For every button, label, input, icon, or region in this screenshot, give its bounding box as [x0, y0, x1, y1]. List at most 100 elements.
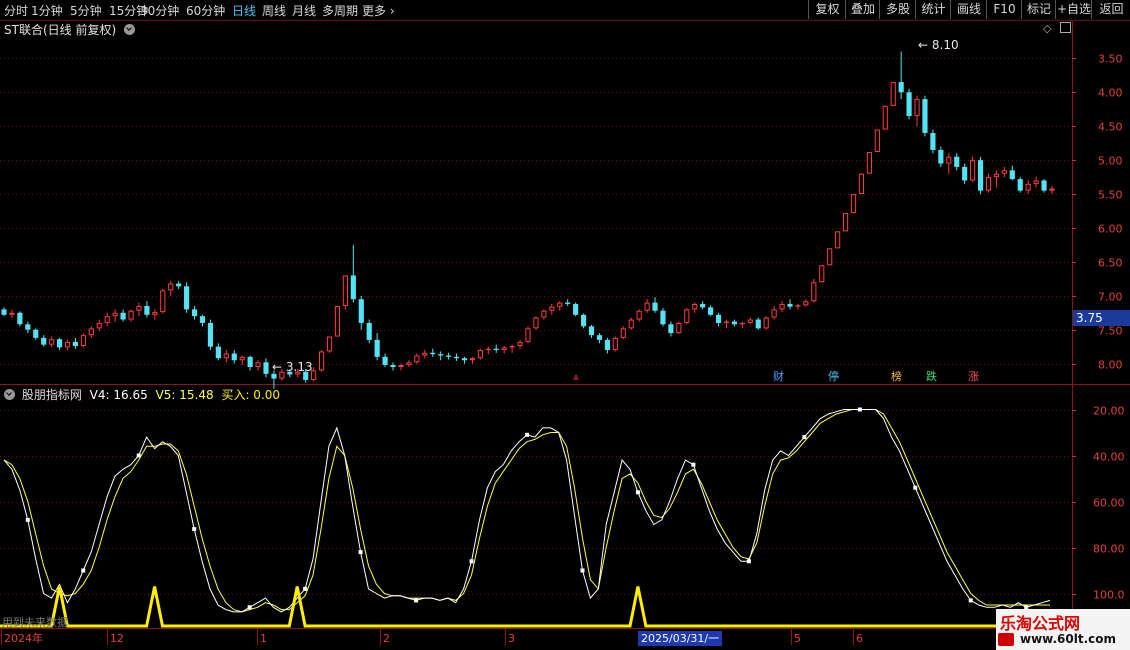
- candle-body: [946, 156, 952, 164]
- settings-diamond-icon[interactable]: ◇: [1043, 22, 1051, 35]
- candle-body: [215, 346, 221, 359]
- candle-body: [184, 286, 190, 310]
- date-axis-label: 1: [260, 632, 267, 645]
- candle-body: [739, 322, 745, 325]
- badge-suspend[interactable]: 停: [827, 370, 840, 384]
- candle-body: [501, 347, 507, 351]
- candle-body: [954, 156, 960, 167]
- v4-marker: [746, 559, 751, 564]
- candle-body: [628, 319, 634, 329]
- candle-body: [533, 317, 539, 329]
- badge-financial[interactable]: 财: [772, 370, 785, 384]
- candle-body: [382, 356, 388, 366]
- candle-body: [1049, 188, 1055, 191]
- watermark-title: 乐淘公式网: [1000, 614, 1081, 633]
- candle-body: [620, 328, 626, 338]
- timeframe-4[interactable]: 30分钟: [140, 2, 179, 19]
- v4-value: V4: 16.65: [89, 388, 148, 402]
- timeframe-7[interactable]: 周线: [262, 2, 286, 19]
- indicator-axis-label: 20.00: [1093, 405, 1125, 418]
- price-axis-label: 8.00: [1098, 359, 1123, 372]
- chevron-down-icon[interactable]: [4, 389, 15, 400]
- timeframe-1[interactable]: 1分钟: [31, 2, 63, 19]
- v4-marker: [414, 598, 419, 603]
- up-arrow-icon: ⩓: [573, 372, 579, 383]
- timeframe-10[interactable]: 更多 ›: [362, 2, 395, 19]
- candle-body: [1017, 179, 1023, 191]
- toolbar-button-8[interactable]: 返回: [1091, 0, 1130, 19]
- candle-body: [56, 339, 63, 348]
- timeframe-5[interactable]: 60分钟: [186, 2, 225, 19]
- candle-body: [549, 306, 555, 311]
- price-axis-label: 6.00: [1098, 223, 1123, 236]
- candle-body: [850, 194, 857, 214]
- badge-limit-down[interactable]: 跌: [925, 370, 938, 384]
- price-axis-label: 4.00: [1098, 87, 1123, 100]
- toolbar-button-0[interactable]: 复权: [808, 0, 846, 19]
- candle-body: [255, 362, 261, 368]
- high-price-label: ← 8.10: [918, 38, 959, 52]
- price-axis-label: 3.50: [1098, 53, 1123, 66]
- v4-marker: [247, 605, 252, 610]
- candle-body: [104, 316, 110, 323]
- badge-ranking[interactable]: 榜: [890, 370, 903, 384]
- future-data-warning: 用到未来数据: [2, 616, 68, 629]
- candle-body: [962, 166, 968, 181]
- candle-body: [358, 299, 364, 323]
- timeframe-8[interactable]: 月线: [292, 2, 316, 19]
- candle-body: [692, 303, 698, 310]
- site-watermark: 乐淘公式网 www.60lt.com: [996, 609, 1130, 650]
- candle-body: [9, 312, 15, 315]
- toolbar-button-1[interactable]: 叠加: [845, 0, 880, 19]
- badge-limit-up[interactable]: 涨: [967, 370, 980, 384]
- toolbar-button-6[interactable]: 标记: [1021, 0, 1056, 19]
- candle-body: [811, 282, 817, 302]
- candle-body: [263, 362, 269, 374]
- candle-body: [239, 356, 245, 361]
- v4-marker: [469, 559, 474, 564]
- date-axis-label: 5: [794, 632, 801, 645]
- price-axis-label: 7.50: [1098, 325, 1123, 338]
- toolbar-button-2[interactable]: 多股: [879, 0, 916, 19]
- date-axis-label: 2024年: [4, 631, 43, 645]
- toolbar-button-7[interactable]: +自选: [1055, 0, 1092, 19]
- cursor-date: 2025/03/31/一: [638, 631, 723, 646]
- indicator-axis-label: 60.00: [1093, 497, 1125, 510]
- v4-marker: [857, 407, 862, 412]
- toolbar-button-4[interactable]: 画线: [950, 0, 987, 19]
- timeframe-9[interactable]: 多周期: [322, 2, 358, 19]
- candle-body: [636, 310, 642, 320]
- candle-body: [136, 305, 142, 311]
- candle-body: [374, 339, 380, 357]
- close-panel-icon[interactable]: [1060, 22, 1071, 33]
- timeframe-2[interactable]: 5分钟: [70, 2, 102, 19]
- v4-marker: [303, 586, 308, 591]
- timeframe-6[interactable]: 日线: [232, 2, 256, 19]
- candle-body: [596, 335, 603, 340]
- candle-body: [49, 339, 55, 345]
- candle-body: [398, 365, 404, 368]
- v4-marker: [358, 550, 363, 555]
- candle-body: [708, 307, 714, 315]
- toolbar-button-5[interactable]: F10: [986, 0, 1022, 19]
- candle-body: [842, 213, 849, 232]
- indicator-name: 股朋指标网: [21, 388, 82, 402]
- timeframe-0[interactable]: 分时: [4, 2, 28, 19]
- candle-body: [469, 358, 476, 361]
- candle-body: [72, 341, 79, 347]
- candle-body: [580, 314, 587, 327]
- candle-body: [731, 321, 738, 325]
- candle-body: [803, 301, 809, 306]
- candle-body: [930, 132, 936, 150]
- candle-body: [96, 322, 102, 329]
- candle-body: [517, 341, 523, 347]
- candle-body: [573, 303, 579, 315]
- price-axis-label: 5.50: [1098, 189, 1123, 202]
- candle-body: [1001, 170, 1007, 174]
- candle-body: [652, 302, 658, 311]
- v4-marker: [691, 462, 696, 467]
- candle-body: [41, 337, 47, 345]
- toolbar-button-3[interactable]: 统计: [915, 0, 951, 19]
- chevron-down-icon[interactable]: [123, 24, 135, 35]
- candle-body: [676, 322, 682, 334]
